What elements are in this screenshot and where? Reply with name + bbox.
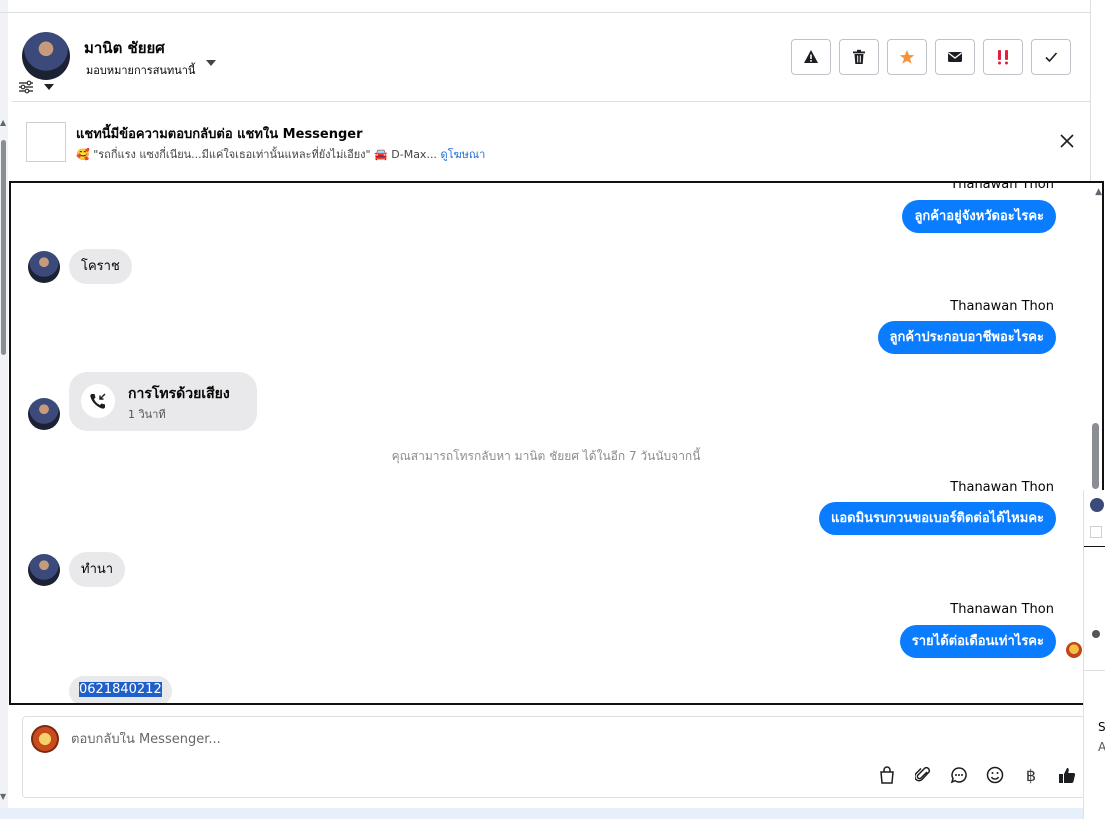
ad-banner-title: แชทนี้มีข้อความตอบกลับต่อ แชทใน Messenge… xyxy=(76,127,363,142)
incoming-message[interactable]: 0621840212 xyxy=(69,676,172,703)
close-icon[interactable] xyxy=(1058,132,1076,150)
contact-name[interactable]: มานิต ชัยยศ xyxy=(84,36,165,60)
side-divider xyxy=(1084,546,1105,547)
incoming-call-icon xyxy=(81,384,115,418)
baht-icon[interactable]: ฿ xyxy=(1021,765,1041,785)
selected-phone-number[interactable]: 0621840212 xyxy=(79,682,162,697)
filter-sliders-icon[interactable] xyxy=(18,80,34,94)
warning-icon xyxy=(804,50,818,63)
ad-banner-subtitle: 🥰 "รถกี่แรง แซงกี่เนียน...มีแค่ใจเธอเท่า… xyxy=(76,145,485,163)
message-thread[interactable]: ▲ Thanawan Thon ลูกค้าอยู่จังหวัดอะไรคะ … xyxy=(9,181,1104,705)
call-title: การโทรด้วยเสียง xyxy=(128,386,230,402)
check-icon xyxy=(1045,52,1058,63)
side-avatar[interactable] xyxy=(1090,498,1104,512)
filter-caret-icon[interactable] xyxy=(44,84,54,90)
scroll-up-arrow-icon[interactable]: ▲ xyxy=(1095,187,1102,197)
trash-icon xyxy=(853,49,865,64)
bag-icon[interactable] xyxy=(877,765,897,785)
mark-unread-button[interactable] xyxy=(935,39,975,75)
star-icon xyxy=(899,50,915,64)
outgoing-message[interactable]: แอดมินรบกวนขอเบอร์ติดต่อได้ไหมคะ xyxy=(818,502,1056,535)
scroll-down-arrow-icon[interactable]: ▼ xyxy=(0,792,6,801)
incoming-message[interactable]: โคราช xyxy=(69,249,132,284)
contact-avatar[interactable] xyxy=(22,32,70,80)
side-text-2: A xyxy=(1098,740,1105,754)
left-rail: ▲ ▼ xyxy=(0,0,8,819)
ad-thumbnail[interactable] xyxy=(26,122,66,162)
contact-avatar-small[interactable] xyxy=(28,251,60,283)
voice-call-bubble[interactable]: การโทรด้วยเสียง 1 วินาที xyxy=(69,372,257,431)
callback-notice: คุณสามารถโทรกลับหา มานิต ชัยยศ ได้ในอีก … xyxy=(391,449,701,463)
ad-context-banner: แชทนี้มีข้อความตอบกลับต่อ แชทใน Messenge… xyxy=(12,102,1090,178)
overflow-side-panel: S A xyxy=(1083,490,1105,819)
outgoing-message[interactable]: รายได้ต่อเดือนเท่าไรคะ xyxy=(899,625,1056,658)
outgoing-message[interactable]: ลูกค้าอยู่จังหวัดอะไรคะ xyxy=(902,200,1056,233)
smiley-icon[interactable] xyxy=(985,765,1005,785)
sender-name: Thanawan Thon xyxy=(950,181,1054,192)
conversation-actions xyxy=(791,39,1071,75)
reply-composer: ฿ xyxy=(22,716,1092,798)
composer-toolbar: ฿ xyxy=(877,765,1077,785)
thumbs-up-icon[interactable] xyxy=(1057,765,1077,785)
mark-done-button[interactable] xyxy=(1031,39,1071,75)
page: ▲ ▼ มานิต ชัยยศ มอบหมายการสนทนานี้ แชทนี… xyxy=(0,0,1105,819)
view-ad-link[interactable]: ดูโฆษณา xyxy=(440,148,485,161)
urgent-icon xyxy=(998,50,1008,65)
scroll-up-arrow-icon[interactable]: ▲ xyxy=(0,118,6,127)
contact-avatar-small[interactable] xyxy=(28,398,60,430)
incoming-message[interactable]: ทำนา xyxy=(69,552,126,587)
contact-avatar-small[interactable] xyxy=(28,554,60,586)
star-button[interactable] xyxy=(887,39,927,75)
reaction-icon[interactable] xyxy=(1066,642,1082,658)
sender-name: Thanawan Thon xyxy=(950,602,1054,617)
outgoing-message[interactable]: ลูกค้าประกอบอาชีพอะไรคะ xyxy=(877,321,1056,354)
thread-scrollbar-thumb[interactable] xyxy=(1092,423,1099,489)
page-avatar xyxy=(31,725,59,753)
bottom-strip xyxy=(0,808,1105,819)
sender-name: Thanawan Thon xyxy=(950,480,1054,495)
conversation-header: มานิต ชัยยศ มอบหมายการสนทนานี้ xyxy=(12,14,1090,102)
paperclip-icon[interactable] xyxy=(913,765,933,785)
top-divider xyxy=(0,12,1090,13)
reply-input[interactable] xyxy=(71,732,971,747)
side-thumbnail[interactable] xyxy=(1090,526,1102,538)
assign-caret-icon[interactable] xyxy=(206,60,216,66)
left-scrollbar-thumb[interactable] xyxy=(1,140,6,355)
delete-button[interactable] xyxy=(839,39,879,75)
ad-caption: 🥰 "รถกี่แรง แซงกี่เนียน...มีแค่ใจเธอเท่า… xyxy=(76,148,437,161)
side-avatar-small[interactable] xyxy=(1092,630,1100,638)
side-text-1: S xyxy=(1098,720,1105,734)
sender-name: Thanawan Thon xyxy=(950,299,1054,314)
report-spam-button[interactable] xyxy=(791,39,831,75)
call-duration: 1 วินาที xyxy=(128,408,166,421)
mark-urgent-button[interactable] xyxy=(983,39,1023,75)
envelope-icon xyxy=(948,52,962,62)
chat-bubble-icon[interactable] xyxy=(949,765,969,785)
assign-conversation-label[interactable]: มอบหมายการสนทนานี้ xyxy=(86,61,195,79)
